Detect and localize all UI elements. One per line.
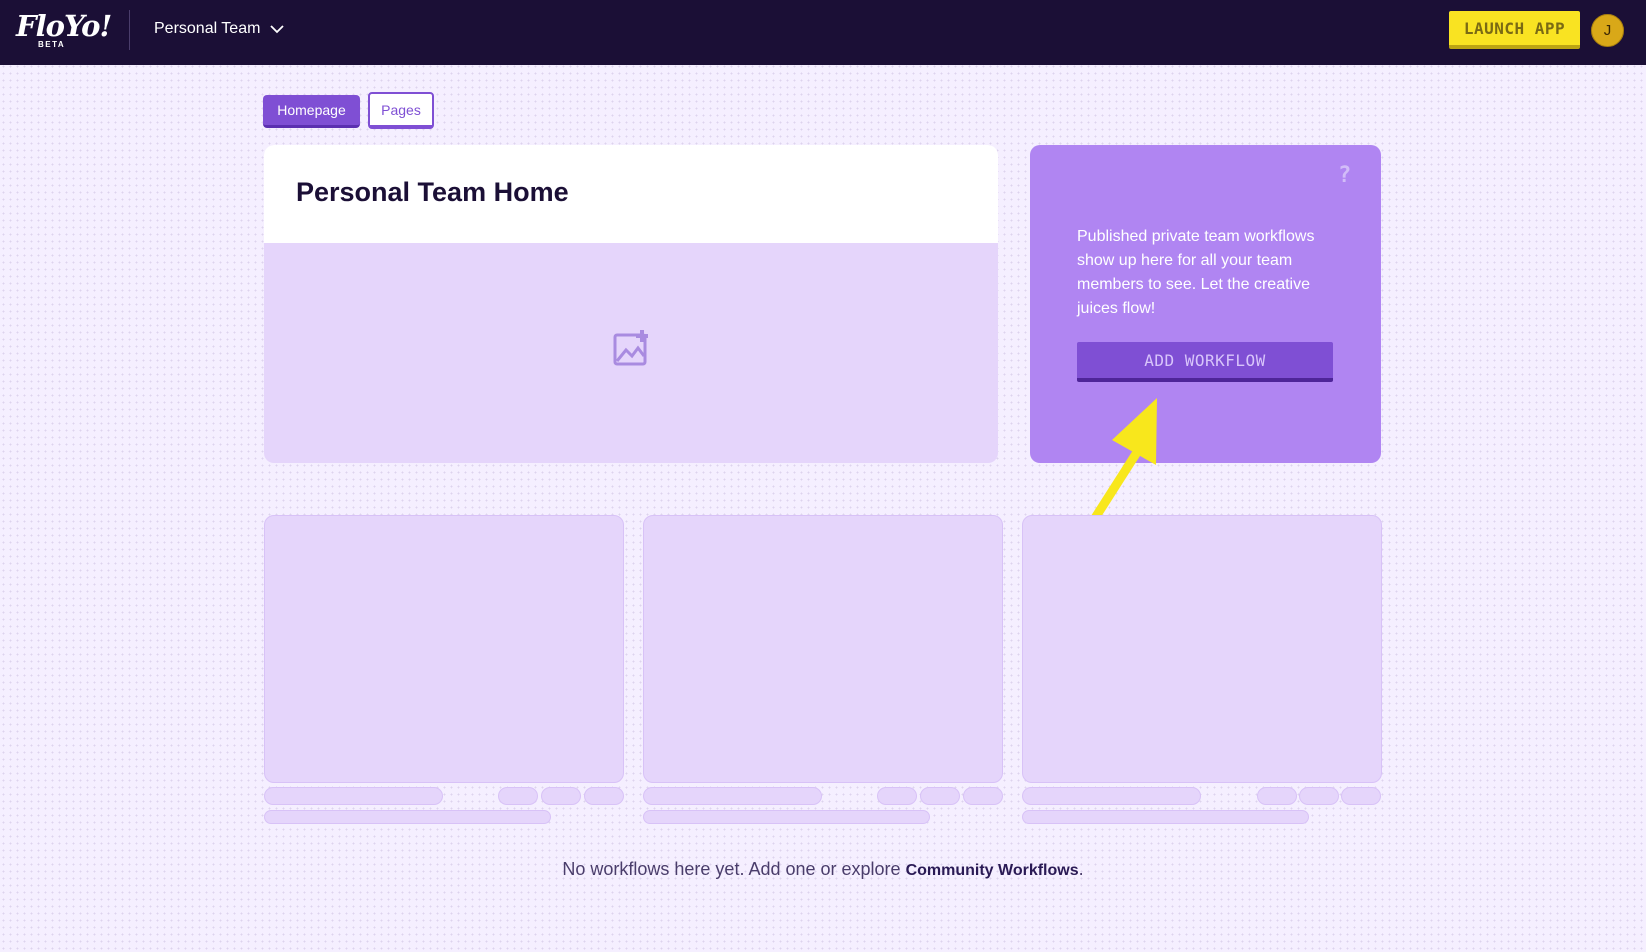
skeleton-chip [584, 787, 624, 805]
empty-state-text: No workflows here yet. Add one or explor… [562, 859, 906, 879]
skeleton-card [1022, 515, 1382, 783]
skeleton-card [264, 515, 624, 783]
team-switcher[interactable]: Personal Team [154, 14, 285, 44]
skeleton-line [643, 787, 822, 805]
beta-badge: BETA [38, 40, 66, 49]
skeleton-line [264, 787, 443, 805]
skeleton-chip [963, 787, 1003, 805]
top-bar: FloYo! BETA Personal Team LAUNCH APP J [0, 0, 1646, 65]
launch-app-button[interactable]: LAUNCH APP [1449, 11, 1580, 49]
tab-pages[interactable]: Pages [368, 92, 434, 129]
skeleton-chip [1299, 787, 1339, 805]
community-workflows-link[interactable]: Community Workflows [906, 862, 1079, 879]
page-title: Personal Team Home [296, 177, 569, 207]
skeleton-chip [1257, 787, 1297, 805]
avatar[interactable]: J [1589, 12, 1626, 49]
chevron-down-icon [270, 24, 285, 33]
skeleton-chip [920, 787, 960, 805]
skeleton-line [1022, 810, 1309, 824]
skeleton-card [643, 515, 1003, 783]
header-divider [129, 10, 130, 50]
help-icon[interactable]: ? [1338, 163, 1351, 188]
logo-wordmark: FloYo! [16, 9, 112, 43]
team-name: Personal Team [154, 20, 261, 37]
skeleton-chip [498, 787, 538, 805]
skeleton-chip [877, 787, 917, 805]
homepage-hero-card: Personal Team Home [264, 145, 998, 463]
info-text: Published private team workflows show up… [1077, 228, 1315, 317]
add-image-icon[interactable] [613, 330, 651, 366]
empty-state-message: No workflows here yet. Add one or explor… [0, 859, 1646, 880]
hero-header: Personal Team Home [264, 145, 998, 243]
skeleton-line [264, 810, 551, 824]
floyo-logo[interactable]: FloYo! BETA [16, 8, 112, 50]
add-workflow-button[interactable]: ADD WORKFLOW [1077, 342, 1333, 382]
skeleton-line [643, 810, 930, 824]
skeleton-line [1022, 787, 1201, 805]
tab-homepage[interactable]: Homepage [263, 95, 360, 128]
annotation-arrow-icon [1084, 398, 1157, 532]
skeleton-chip [1341, 787, 1381, 805]
empty-state-suffix: . [1078, 859, 1084, 879]
skeleton-chip [541, 787, 581, 805]
